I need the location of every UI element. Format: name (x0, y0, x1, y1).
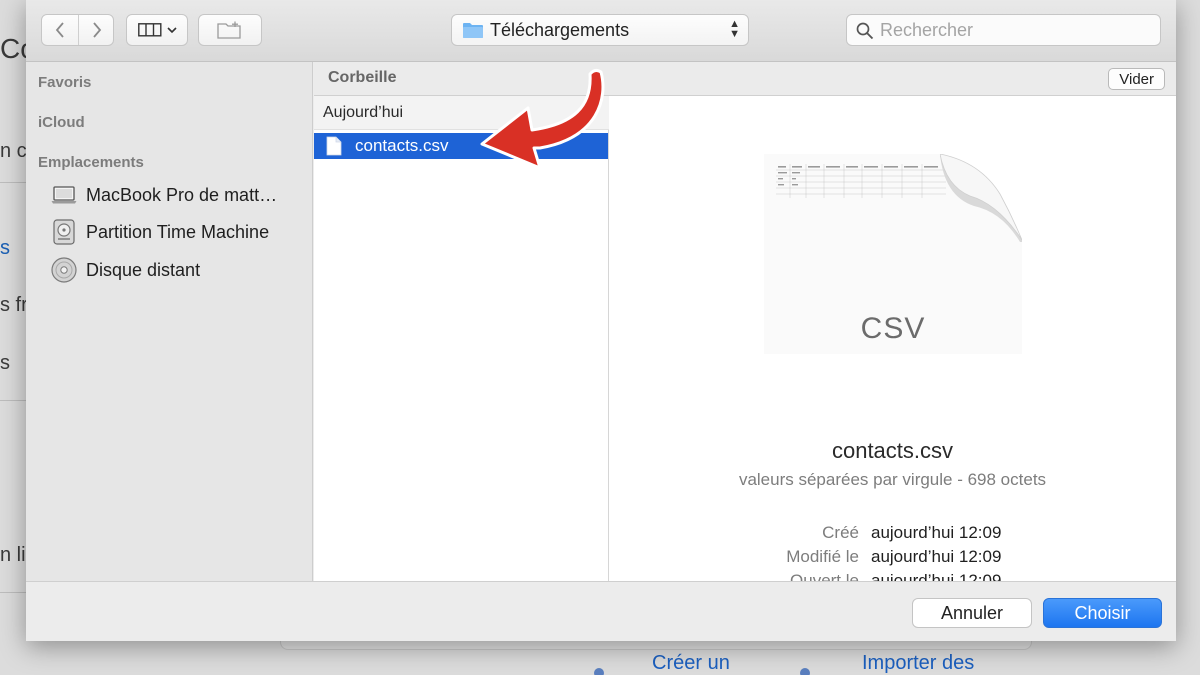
sidebar-item-label: Partition Time Machine (86, 221, 270, 242)
file-extension-label: CSV (860, 312, 926, 345)
bg-import-link[interactable]: Importer des (862, 652, 974, 675)
sidebar-item-macbook[interactable]: MacBook Pro de matt… (50, 180, 300, 210)
search-field[interactable] (846, 14, 1161, 46)
bg-text-fragment: s (0, 352, 10, 374)
folder-icon (463, 23, 483, 38)
location-popup[interactable]: Téléchargements ▲ ▼ (451, 14, 749, 46)
csv-document-thumbnail: CSV (764, 154, 1022, 354)
sidebar-section-icloud[interactable]: iCloud (38, 114, 85, 131)
choose-button[interactable]: Choisir (1043, 598, 1162, 628)
folder-title: Corbeille (328, 69, 397, 86)
chevron-left-icon (55, 22, 64, 38)
path-bar: Corbeille Vider (314, 62, 1176, 96)
spreadsheet-preview-image (776, 164, 946, 198)
sidebar: Favoris iCloud Emplacements MacBook Pro … (26, 62, 313, 581)
bg-create-link[interactable]: Créer un (652, 652, 730, 675)
back-forward-control (41, 14, 114, 46)
forward-button[interactable] (79, 15, 114, 45)
modified-label: Modifié le (786, 547, 859, 566)
toolbar: Téléchargements ▲ ▼ (26, 0, 1176, 62)
date-group-label: Aujourd’hui (323, 104, 404, 121)
sidebar-section-favorites[interactable]: Favoris (38, 74, 91, 91)
sidebar-item-time-machine[interactable]: Partition Time Machine (50, 217, 300, 247)
dialog-footer: Annuler Choisir (26, 581, 1176, 641)
cancel-button[interactable]: Annuler (912, 598, 1032, 628)
chevron-right-icon (92, 22, 101, 38)
upload-icon (800, 668, 810, 675)
created-label: Créé (822, 523, 859, 542)
person-icon (594, 668, 604, 675)
modified-value: aujourd’hui 12:09 (871, 547, 1002, 566)
search-icon (856, 22, 874, 40)
back-button[interactable] (42, 15, 78, 45)
bg-text-fragment: s (0, 237, 10, 259)
bg-divider (0, 592, 26, 593)
search-input[interactable] (880, 18, 1150, 42)
annotation-arrow-icon (480, 68, 605, 170)
laptop-icon (50, 182, 78, 208)
new-folder-icon (217, 21, 241, 39)
page-curl-icon (940, 154, 1022, 242)
up-down-chevron-icon: ▲ ▼ (729, 18, 740, 40)
hard-drive-icon (50, 219, 78, 245)
bg-card (280, 640, 1032, 650)
sidebar-item-label: Disque distant (86, 259, 201, 280)
sidebar-item-remote-disc[interactable]: Disque distant (50, 255, 300, 285)
preview-file-name: contacts.csv (831, 438, 954, 463)
column-view-icon (137, 23, 162, 37)
bg-text-fragment: s fr (0, 294, 28, 316)
created-value: aujourd’hui 12:09 (871, 523, 1002, 542)
new-folder-button[interactable] (198, 14, 262, 46)
sidebar-item-label: MacBook Pro de matt… (86, 184, 278, 205)
bg-divider (0, 400, 26, 401)
preview-file-info: valeurs séparées par virgule - 698 octet… (738, 470, 1047, 489)
bg-divider (0, 182, 26, 183)
file-name: contacts.csv (355, 136, 449, 155)
chevron-down-icon (166, 27, 177, 34)
preview-pane: CSV contacts.csv valeurs séparées par vi… (609, 96, 1176, 590)
sidebar-section-locations[interactable]: Emplacements (38, 154, 144, 171)
location-label: Téléchargements (490, 20, 630, 40)
empty-trash-button[interactable]: Vider (1108, 68, 1165, 90)
document-icon (326, 136, 342, 156)
disc-icon (50, 257, 78, 283)
view-mode-button[interactable] (126, 14, 188, 46)
